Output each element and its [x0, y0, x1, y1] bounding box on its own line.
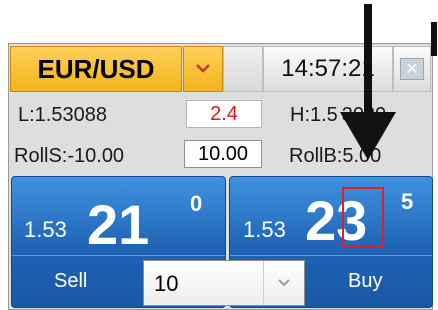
close-button[interactable]: ✕	[393, 46, 431, 92]
sell-button[interactable]: Sell	[54, 270, 87, 293]
quantity-value: 10	[154, 271, 179, 296]
quantity-dropdown-button[interactable]	[263, 261, 304, 305]
header-spacer	[223, 46, 263, 92]
chevron-down-icon	[278, 279, 290, 287]
high-price: H:1.5 3039	[290, 104, 387, 126]
sell-price-big: 21	[87, 193, 150, 256]
buy-price-prefix: 1.53	[243, 217, 286, 242]
sell-pipette: 0	[190, 191, 203, 216]
close-icon: ✕	[400, 58, 424, 80]
sell-divider	[12, 255, 225, 256]
pair-dropdown-button[interactable]	[183, 46, 223, 92]
buy-divider	[230, 255, 432, 256]
currency-pair[interactable]: EUR/USD	[10, 46, 182, 92]
chevron-down-icon	[196, 64, 210, 73]
highlighted-digit-box	[342, 187, 384, 247]
roll-input[interactable]: 10.00	[184, 140, 262, 168]
quantity-select[interactable]: 10	[143, 260, 305, 306]
low-price: L:1.53088	[18, 104, 107, 126]
buy-button[interactable]: Buy	[348, 270, 382, 293]
sell-price-prefix: 1.53	[24, 217, 67, 242]
buy-pipette: 5	[401, 189, 414, 214]
roll-sell: RollS:-10.00	[14, 145, 125, 167]
spread-value: 2.4	[186, 100, 262, 128]
roll-buy: RollB:5.00	[289, 145, 382, 167]
clock: 14:57:21	[263, 46, 393, 92]
